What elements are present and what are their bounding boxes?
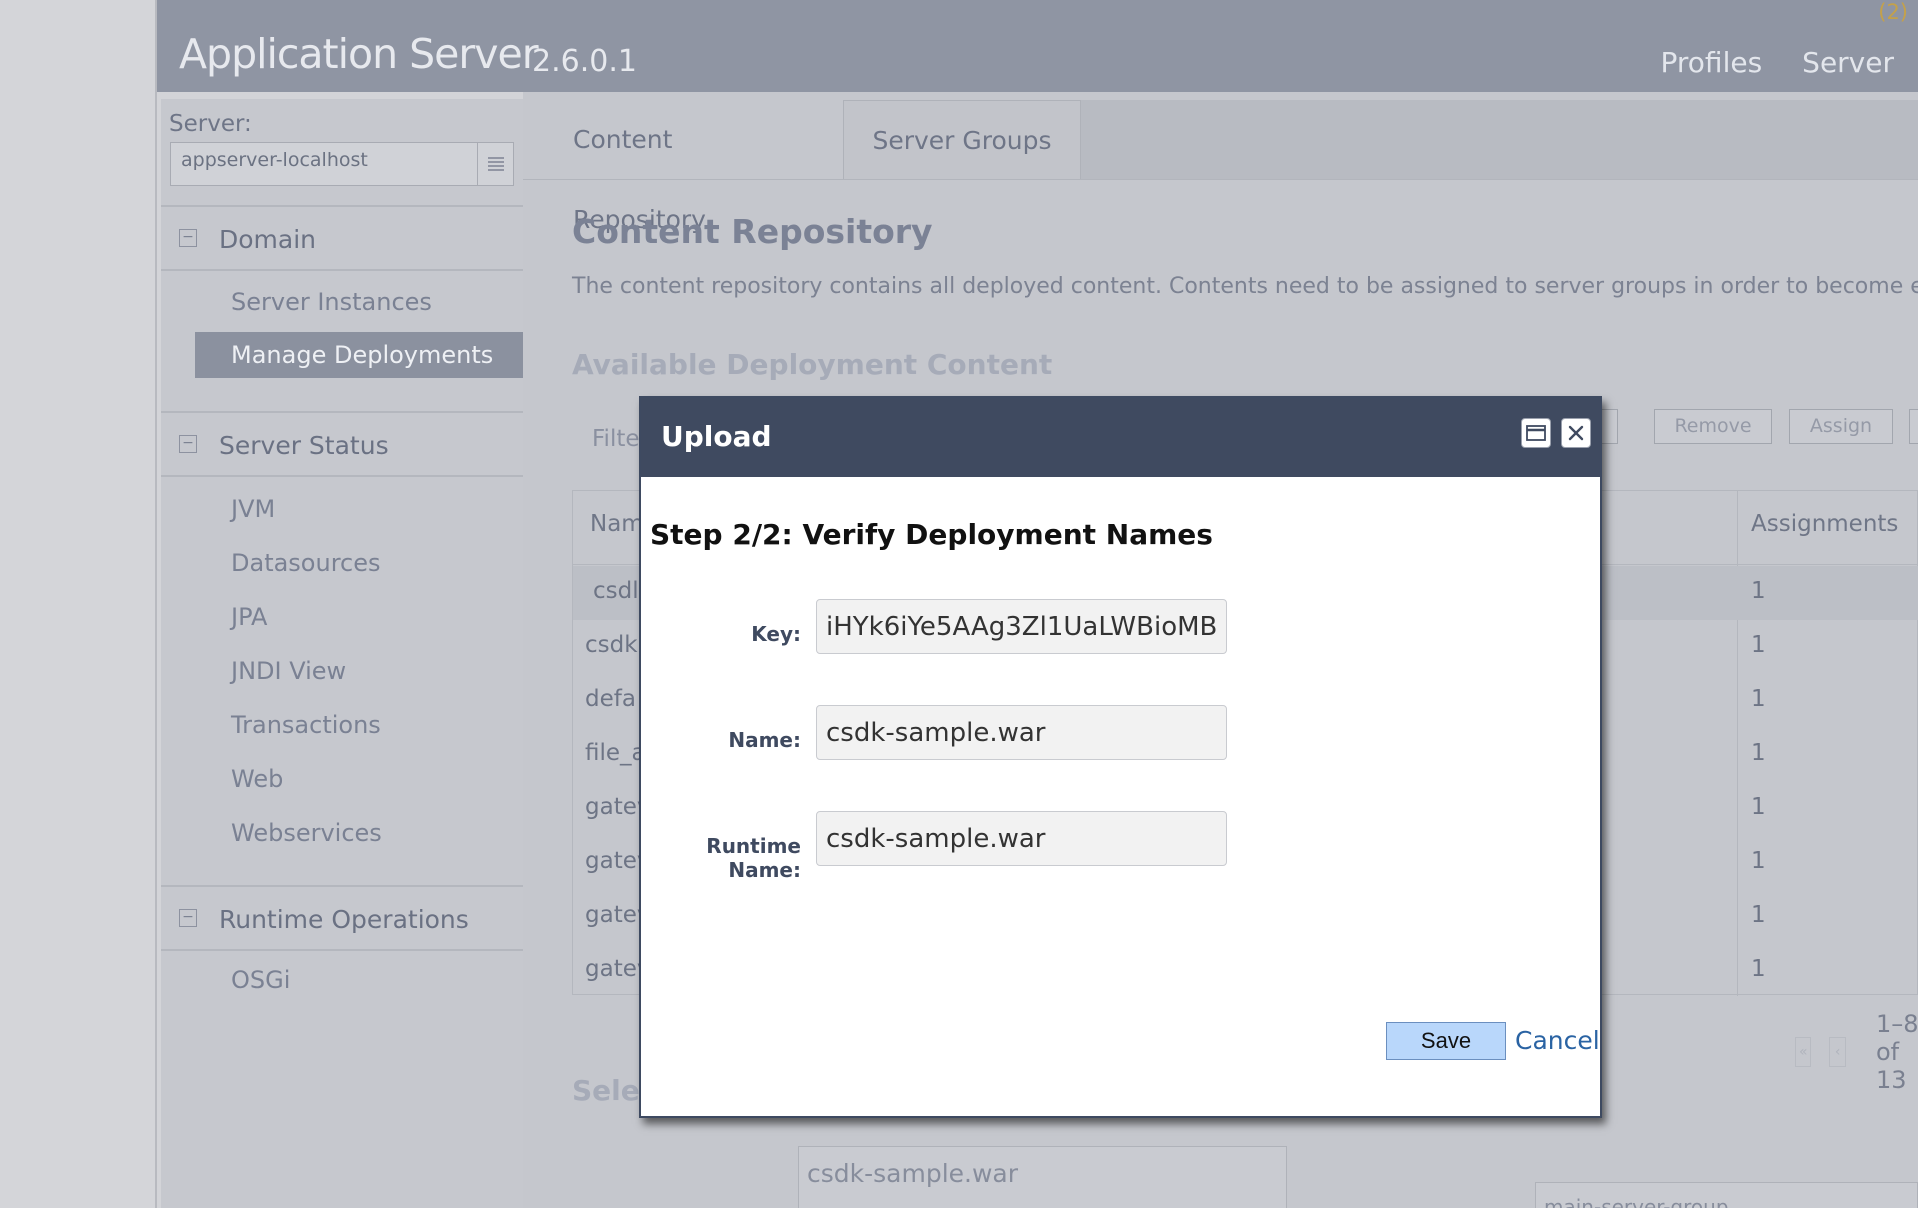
- sidebar-item-webservices[interactable]: Webservices: [195, 810, 523, 856]
- cell-assignments: 1: [1751, 794, 1766, 820]
- notification-badge[interactable]: (2): [1878, 0, 1908, 24]
- pager-text: 1–8 of 13: [1875, 1010, 1918, 1094]
- upload-dialog: Upload Step 2/2: Verify Deployment Names…: [639, 396, 1602, 1118]
- save-button[interactable]: Save: [1386, 1022, 1506, 1060]
- sidebar-item-jvm[interactable]: JVM: [195, 486, 523, 532]
- close-icon[interactable]: [1561, 418, 1591, 448]
- sidebar-item-web[interactable]: Web: [195, 756, 523, 802]
- server-select-value: appserver-localhost: [181, 149, 368, 171]
- sidebar-item-jpa[interactable]: JPA: [195, 594, 523, 640]
- remove-button[interactable]: Remove: [1654, 409, 1772, 444]
- cell-assignments: 1: [1751, 578, 1766, 604]
- cell-name: csdk: [585, 632, 638, 658]
- collapse-icon[interactable]: −: [179, 229, 197, 247]
- cell-assignments: 1: [1751, 848, 1766, 874]
- selected-deployment-field[interactable]: csdk-sample.war: [798, 1146, 1287, 1208]
- cancel-link[interactable]: Cancel: [1515, 1026, 1600, 1055]
- tab-content-repository[interactable]: Content Repository: [523, 100, 843, 234]
- tab-bar: Content Repository Server Groups: [523, 100, 1918, 234]
- runtime-name-label: Runtime Name:: [706, 834, 801, 882]
- sidebar-item-transactions[interactable]: Transactions: [195, 702, 523, 748]
- dialog-title: Upload: [661, 420, 772, 453]
- left-gutter: [0, 0, 157, 1208]
- cell-name: file_a: [585, 740, 646, 766]
- cell-assignments: 1: [1751, 686, 1766, 712]
- tab-server-groups[interactable]: Server Groups: [843, 100, 1081, 180]
- section-runtime-operations[interactable]: − Runtime Operations: [161, 885, 523, 951]
- sidebar-item-server-instances[interactable]: Server Instances: [195, 279, 523, 325]
- page-title: Content Repository: [572, 212, 933, 251]
- app-version: 2.6.0.1: [532, 44, 637, 79]
- section-label: Domain: [219, 225, 317, 254]
- pager: « ‹ 1–8 of 13: [1795, 1010, 1918, 1094]
- column-name[interactable]: Nam: [590, 511, 644, 537]
- section-label: Server Status: [219, 431, 389, 460]
- sidebar-item-osgi[interactable]: OSGi: [195, 957, 523, 1003]
- dialog-header: Upload: [641, 398, 1600, 477]
- sidebar-item-jndi-view[interactable]: JNDI View: [195, 648, 523, 694]
- prev-page-icon[interactable]: ‹: [1829, 1037, 1846, 1067]
- collapse-icon[interactable]: −: [179, 435, 197, 453]
- server-select[interactable]: appserver-localhost: [170, 142, 514, 186]
- sidebar-item-manage-deployments[interactable]: Manage Deployments: [195, 332, 523, 378]
- assign-button[interactable]: Assign: [1789, 409, 1893, 444]
- name-label: Name:: [728, 728, 801, 752]
- sidebar: Server: appserver-localhost − Domain Ser…: [161, 99, 523, 1208]
- name-field[interactable]: [816, 705, 1227, 760]
- section-label: Runtime Operations: [219, 905, 469, 934]
- app-name: Application Server: [179, 30, 539, 78]
- cell-assignments: 1: [1751, 740, 1766, 766]
- cell-assignments: 1: [1751, 956, 1766, 982]
- filter-label: Filte: [592, 426, 640, 452]
- cell-name: defa: [585, 686, 636, 712]
- section-title: Available Deployment Content: [572, 348, 1053, 381]
- runtime-name-field[interactable]: [816, 811, 1227, 866]
- list-icon[interactable]: [477, 143, 513, 185]
- first-page-icon[interactable]: «: [1795, 1037, 1812, 1067]
- nav-profiles[interactable]: Profiles: [1661, 46, 1763, 79]
- server-label: Server:: [169, 111, 252, 137]
- nav-server[interactable]: Server: [1802, 46, 1894, 79]
- step-heading: Step 2/2: Verify Deployment Names: [650, 518, 1213, 551]
- server-group-field[interactable]: main-server-group: [1535, 1182, 1918, 1208]
- section-server-status[interactable]: − Server Status: [161, 411, 523, 477]
- tab-divider: [523, 179, 1918, 180]
- key-field[interactable]: [816, 599, 1227, 654]
- header-nav: Profiles Server: [1661, 46, 1894, 79]
- cell-name: csdl: [593, 578, 639, 604]
- section-domain[interactable]: − Domain: [161, 205, 523, 271]
- page-description: The content repository contains all depl…: [572, 274, 1918, 299]
- cell-assignments: 1: [1751, 902, 1766, 928]
- cell-assignments: 1: [1751, 632, 1766, 658]
- collapse-icon[interactable]: −: [179, 909, 197, 927]
- key-label: Key:: [751, 622, 801, 646]
- more-button[interactable]: [1909, 409, 1918, 444]
- sidebar-item-datasources[interactable]: Datasources: [195, 540, 523, 586]
- maximize-icon[interactable]: [1521, 418, 1551, 448]
- app-header: Application Server 2.6.0.1 (2) Profiles …: [157, 0, 1918, 92]
- column-assignments[interactable]: Assignments: [1751, 511, 1898, 537]
